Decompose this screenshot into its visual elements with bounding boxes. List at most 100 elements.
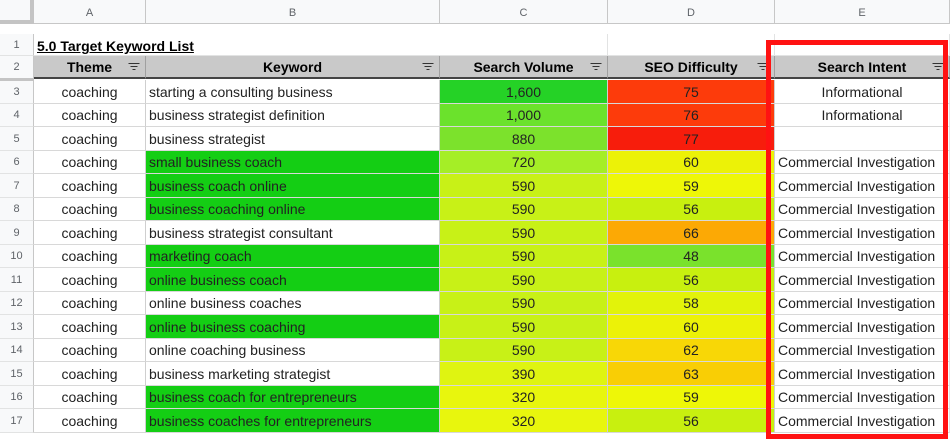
- seo-difficulty-cell[interactable]: 60: [608, 151, 775, 174]
- keyword-cell[interactable]: business strategist definition: [146, 104, 440, 127]
- search-intent-cell[interactable]: Commercial Investigation: [775, 221, 950, 245]
- theme-cell[interactable]: coaching: [34, 292, 146, 315]
- seo-difficulty-cell[interactable]: 60: [608, 315, 775, 339]
- keyword-cell[interactable]: small business coach: [146, 151, 440, 174]
- search-volume-cell[interactable]: 390: [440, 362, 608, 386]
- search-intent-cell[interactable]: Commercial Investigation: [775, 339, 950, 362]
- keyword-cell[interactable]: business coaches for entrepreneurs: [146, 409, 440, 433]
- seo-difficulty-cell[interactable]: 56: [608, 268, 775, 292]
- search-volume-cell[interactable]: 1,600: [440, 80, 608, 104]
- theme-cell[interactable]: coaching: [34, 268, 146, 292]
- theme-cell[interactable]: coaching: [34, 362, 146, 386]
- search-intent-cell[interactable]: Informational: [775, 104, 950, 127]
- seo-difficulty-cell[interactable]: 59: [608, 174, 775, 198]
- keyword-cell[interactable]: business coach for entrepreneurs: [146, 386, 440, 409]
- freeze-divider[interactable]: [0, 78, 34, 81]
- theme-cell[interactable]: coaching: [34, 245, 146, 268]
- filter-icon[interactable]: [128, 62, 139, 71]
- search-intent-cell[interactable]: Commercial Investigation: [775, 362, 950, 386]
- search-intent-cell[interactable]: Commercial Investigation: [775, 386, 950, 409]
- search-volume-cell[interactable]: 1,000: [440, 104, 608, 127]
- select-all-corner[interactable]: [0, 0, 34, 24]
- search-volume-cell[interactable]: 590: [440, 174, 608, 198]
- row-header[interactable]: 9: [0, 221, 34, 245]
- theme-cell[interactable]: coaching: [34, 151, 146, 174]
- search-intent-cell[interactable]: Commercial Investigation: [775, 409, 950, 433]
- keyword-cell[interactable]: online coaching business: [146, 339, 440, 362]
- seo-difficulty-cell[interactable]: 56: [608, 198, 775, 221]
- search-volume-cell[interactable]: 590: [440, 292, 608, 315]
- seo-difficulty-cell[interactable]: 48: [608, 245, 775, 268]
- row-header[interactable]: 16: [0, 386, 34, 409]
- search-volume-cell[interactable]: 720: [440, 151, 608, 174]
- seo-difficulty-cell[interactable]: 59: [608, 386, 775, 409]
- theme-cell[interactable]: coaching: [34, 386, 146, 409]
- theme-cell[interactable]: coaching: [34, 315, 146, 339]
- search-volume-cell[interactable]: 590: [440, 268, 608, 292]
- row-header[interactable]: 11: [0, 268, 34, 292]
- theme-cell[interactable]: coaching: [34, 198, 146, 221]
- seo-difficulty-cell[interactable]: 58: [608, 292, 775, 315]
- seo-difficulty-cell[interactable]: 77: [608, 127, 775, 151]
- row-header[interactable]: 13: [0, 315, 34, 339]
- search-intent-cell[interactable]: Commercial Investigation: [775, 292, 950, 315]
- search-intent-cell[interactable]: Commercial Investigation: [775, 268, 950, 292]
- seo-difficulty-cell[interactable]: 66: [608, 221, 775, 245]
- search-volume-cell[interactable]: 590: [440, 339, 608, 362]
- row-header[interactable]: 12: [0, 292, 34, 315]
- search-volume-cell[interactable]: 590: [440, 198, 608, 221]
- seo-difficulty-cell[interactable]: 75: [608, 80, 775, 104]
- row-header[interactable]: 1: [0, 34, 34, 56]
- row-header[interactable]: 8: [0, 198, 34, 221]
- theme-cell[interactable]: coaching: [34, 409, 146, 433]
- search-intent-cell[interactable]: Informational: [775, 80, 950, 104]
- search-intent-cell[interactable]: Commercial Investigation: [775, 245, 950, 268]
- seo-difficulty-cell[interactable]: 62: [608, 339, 775, 362]
- keyword-cell[interactable]: online business coach: [146, 268, 440, 292]
- theme-cell[interactable]: coaching: [34, 339, 146, 362]
- row-header[interactable]: 6: [0, 151, 34, 174]
- theme-cell[interactable]: coaching: [34, 221, 146, 245]
- theme-cell[interactable]: coaching: [34, 80, 146, 104]
- search-volume-cell[interactable]: 880: [440, 127, 608, 151]
- search-volume-cell[interactable]: 320: [440, 409, 608, 433]
- search-volume-cell[interactable]: 590: [440, 221, 608, 245]
- empty-cell[interactable]: [440, 34, 608, 56]
- keyword-header[interactable]: Keyword: [146, 56, 440, 79]
- empty-cell[interactable]: [775, 34, 950, 56]
- search-intent-header[interactable]: Search Intent: [775, 56, 950, 79]
- filter-icon[interactable]: [757, 62, 768, 71]
- filter-icon[interactable]: [422, 62, 433, 71]
- empty-cell[interactable]: [608, 34, 775, 56]
- search-volume-cell[interactable]: 590: [440, 315, 608, 339]
- row-header[interactable]: 4: [0, 104, 34, 127]
- theme-cell[interactable]: coaching: [34, 127, 146, 151]
- search-volume-cell[interactable]: 590: [440, 245, 608, 268]
- seo-difficulty-cell[interactable]: 63: [608, 362, 775, 386]
- search-intent-cell[interactable]: Commercial Investigation: [775, 315, 950, 339]
- search-volume-header[interactable]: Search Volume: [440, 56, 608, 79]
- seo-difficulty-cell[interactable]: 76: [608, 104, 775, 127]
- seo-difficulty-header[interactable]: SEO Difficulty: [608, 56, 775, 79]
- search-intent-cell[interactable]: Commercial Investigation: [775, 198, 950, 221]
- keyword-cell[interactable]: business coach online: [146, 174, 440, 198]
- row-header[interactable]: 2: [0, 56, 34, 79]
- seo-difficulty-cell[interactable]: 56: [608, 409, 775, 433]
- theme-cell[interactable]: coaching: [34, 174, 146, 198]
- keyword-cell[interactable]: marketing coach: [146, 245, 440, 268]
- keyword-cell[interactable]: business strategist consultant: [146, 221, 440, 245]
- keyword-cell[interactable]: online business coaching: [146, 315, 440, 339]
- search-volume-cell[interactable]: 320: [440, 386, 608, 409]
- column-header-c[interactable]: C: [440, 0, 608, 24]
- filter-icon[interactable]: [590, 62, 601, 71]
- row-header[interactable]: 3: [0, 80, 34, 104]
- keyword-cell[interactable]: business coaching online: [146, 198, 440, 221]
- row-header[interactable]: 7: [0, 174, 34, 198]
- row-header[interactable]: 14: [0, 339, 34, 362]
- search-intent-cell[interactable]: [775, 127, 950, 151]
- column-header-b[interactable]: B: [146, 0, 440, 24]
- search-intent-cell[interactable]: Commercial Investigation: [775, 151, 950, 174]
- column-header-a[interactable]: A: [34, 0, 146, 24]
- keyword-cell[interactable]: business marketing strategist: [146, 362, 440, 386]
- search-intent-cell[interactable]: Commercial Investigation: [775, 174, 950, 198]
